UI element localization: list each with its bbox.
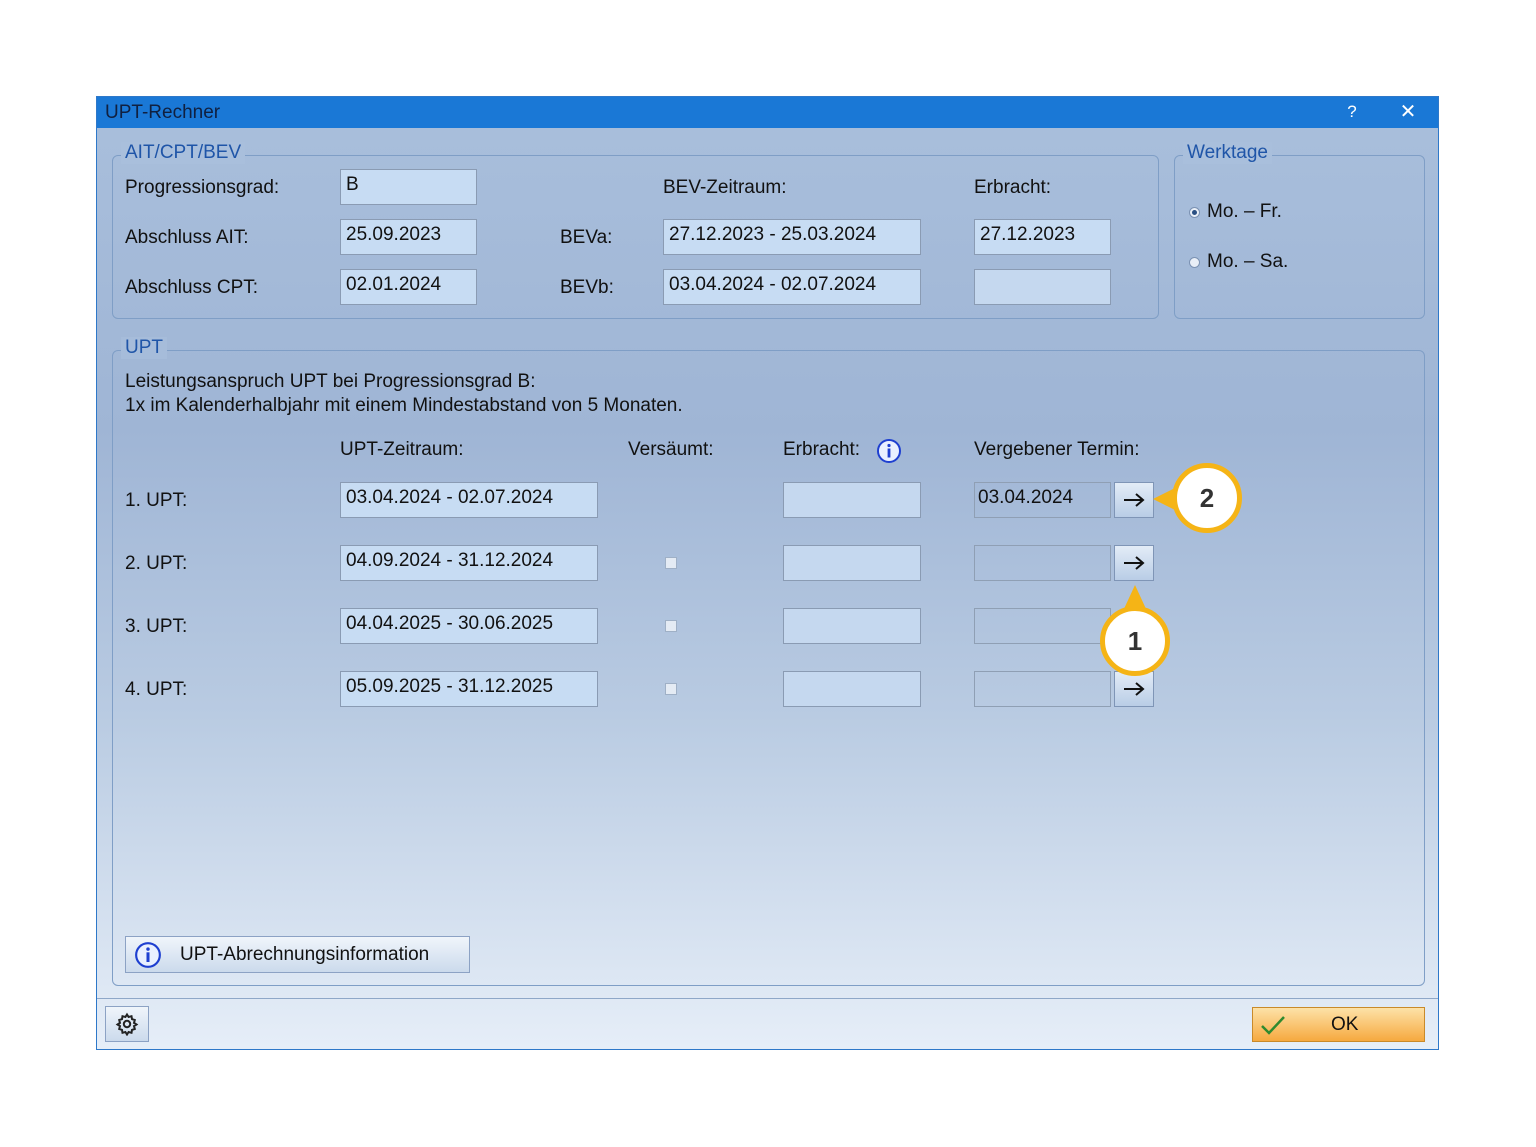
upt-row-2-zeitraum[interactable]: 04.09.2024 - 31.12.2024 <box>340 545 598 581</box>
ok-button[interactable]: OK <box>1252 1007 1425 1042</box>
abschluss-cpt-field[interactable]: 02.01.2024 <box>340 269 477 305</box>
beva-zeitraum-field[interactable]: 27.12.2023 - 25.03.2024 <box>663 219 921 255</box>
progressionsgrad-field[interactable]: B <box>340 169 477 205</box>
upt-row-4-versaeumt-checkbox[interactable] <box>665 683 677 695</box>
info-icon[interactable] <box>876 438 902 469</box>
radio-mo-fr[interactable] <box>1189 207 1200 218</box>
vergebener-termin-header: Vergebener Termin: <box>974 439 1140 460</box>
settings-button[interactable] <box>105 1006 149 1042</box>
upt-row-2-erbracht[interactable] <box>783 545 921 581</box>
upt-rechner-window: UPT-Rechner ? ✕ AIT/CPT/BEV Progressions… <box>96 96 1439 1050</box>
title-bar: UPT-Rechner ? ✕ <box>97 97 1438 128</box>
upt-erbracht-header: Erbracht: <box>783 439 861 460</box>
bevb-label: BEVb: <box>560 277 614 298</box>
help-button[interactable]: ? <box>1334 99 1370 125</box>
upt-abrechnungsinformation-button[interactable]: UPT-Abrechnungsinformation <box>125 936 470 973</box>
ok-button-label: OK <box>1331 1013 1359 1035</box>
ait-group-legend: AIT/CPT/BEV <box>121 142 246 164</box>
upt-legend: UPT <box>121 337 167 359</box>
arrow-right-icon <box>1124 682 1145 696</box>
upt-row-3-label: 3. UPT: <box>125 616 188 637</box>
arrow-right-icon <box>1124 493 1145 507</box>
checkmark-icon <box>1261 1015 1285 1035</box>
bev-zeitraum-header: BEV-Zeitraum: <box>663 177 787 198</box>
radio-mo-sa[interactable] <box>1189 257 1200 268</box>
bevb-erbracht-field[interactable] <box>974 269 1111 305</box>
abschluss-ait-label: Abschluss AIT: <box>125 227 249 248</box>
upt-row-3-versaeumt-checkbox[interactable] <box>665 620 677 632</box>
upt-row-2-termin[interactable] <box>974 545 1111 581</box>
upt-row-3-termin[interactable] <box>974 608 1111 644</box>
upt-row-4-label: 4. UPT: <box>125 679 188 700</box>
upt-row-2-versaeumt-checkbox[interactable] <box>665 557 677 569</box>
upt-row-2-arrow-button[interactable] <box>1114 545 1154 581</box>
abrechnung-button-label: UPT-Abrechnungsinformation <box>180 943 430 965</box>
upt-row-1-label: 1. UPT: <box>125 490 188 511</box>
radio-mo-sa-label: Mo. – Sa. <box>1207 251 1289 272</box>
arrow-right-icon <box>1124 556 1145 570</box>
info-icon <box>135 941 161 968</box>
upt-row-4-arrow-button[interactable] <box>1114 671 1154 707</box>
radio-mo-fr-label: Mo. – Fr. <box>1207 201 1282 222</box>
upt-row-1-zeitraum[interactable]: 03.04.2024 - 02.07.2024 <box>340 482 598 518</box>
callout-2: 2 <box>1172 463 1242 533</box>
gear-icon <box>115 1012 139 1036</box>
close-button[interactable]: ✕ <box>1390 99 1426 125</box>
upt-row-4-termin[interactable] <box>974 671 1111 707</box>
werktage-legend: Werktage <box>1183 142 1272 164</box>
bevb-zeitraum-field[interactable]: 03.04.2024 - 02.07.2024 <box>663 269 921 305</box>
beva-erbracht-field[interactable]: 27.12.2023 <box>974 219 1111 255</box>
upt-row-3-erbracht[interactable] <box>783 608 921 644</box>
upt-row-1-termin[interactable]: 03.04.2024 <box>974 482 1111 518</box>
upt-row-2-label: 2. UPT: <box>125 553 188 574</box>
upt-zeitraum-header: UPT-Zeitraum: <box>340 439 464 460</box>
callout-1: 1 <box>1100 606 1170 676</box>
upt-row-1-erbracht[interactable] <box>783 482 921 518</box>
progressionsgrad-label: Progressionsgrad: <box>125 177 280 198</box>
window-title: UPT-Rechner <box>105 102 221 123</box>
upt-row-3-zeitraum[interactable]: 04.04.2025 - 30.06.2025 <box>340 608 598 644</box>
upt-group: UPT <box>112 337 1425 986</box>
upt-row-1-arrow-button[interactable] <box>1114 482 1154 518</box>
bev-erbracht-header: Erbracht: <box>974 177 1052 198</box>
upt-info-line-1: Leistungsanspruch UPT bei Progressionsgr… <box>125 371 536 392</box>
versaeumt-header: Versäumt: <box>628 439 714 460</box>
beva-label: BEVa: <box>560 227 613 248</box>
abschluss-cpt-label: Abschluss CPT: <box>125 277 259 298</box>
abschluss-ait-field[interactable]: 25.09.2023 <box>340 219 477 255</box>
upt-row-4-zeitraum[interactable]: 05.09.2025 - 31.12.2025 <box>340 671 598 707</box>
upt-row-4-erbracht[interactable] <box>783 671 921 707</box>
werktage-group: Werktage <box>1174 142 1425 319</box>
footer-separator <box>97 998 1438 999</box>
upt-info-line-2: 1x im Kalenderhalbjahr mit einem Mindest… <box>125 395 683 416</box>
